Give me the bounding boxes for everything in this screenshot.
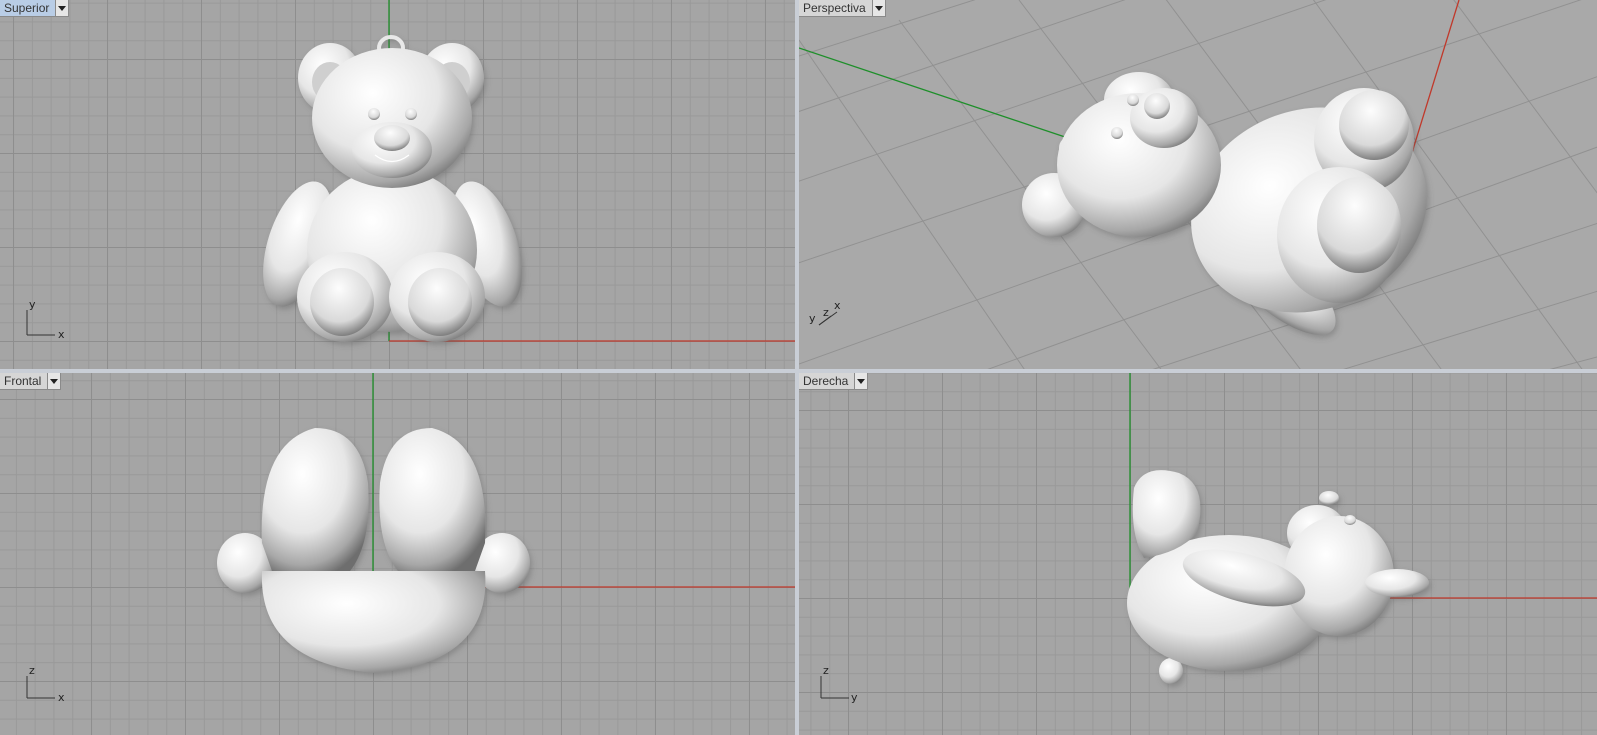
axis-label-h: y <box>851 691 858 704</box>
viewport-label-right[interactable]: Derecha <box>799 373 869 390</box>
viewport-title: Perspectiva <box>803 1 866 15</box>
viewport-top[interactable]: Superior y x <box>0 0 795 369</box>
viewport-front[interactable]: Frontal z x <box>0 373 795 735</box>
axis-widget-front: z x <box>26 664 65 704</box>
axis-label-v: z <box>823 664 829 677</box>
axis-label-b: z <box>823 306 829 319</box>
viewport-label-perspective[interactable]: Perspectiva <box>799 0 886 17</box>
chevron-down-icon[interactable] <box>854 373 868 389</box>
axis-label-a: y <box>809 312 816 325</box>
axis-label-h: x <box>58 328 65 341</box>
axis-label-h: x <box>58 691 65 704</box>
viewport-label-top[interactable]: Superior <box>0 0 70 17</box>
bear-top-model <box>263 35 522 342</box>
chevron-down-icon[interactable] <box>47 373 61 389</box>
axis-label-v: y <box>29 298 36 311</box>
front-view-scene: z x <box>26 373 795 704</box>
viewport-title: Superior <box>4 1 50 15</box>
axis-label-c: x <box>834 299 841 312</box>
perspective-scene: y z x <box>799 0 1597 369</box>
axis-widget-top: y x <box>26 298 65 341</box>
viewport-right[interactable]: Derecha z y <box>799 373 1597 735</box>
axis-widget-persp: y z x <box>809 299 841 326</box>
axis-label-v: z <box>29 664 35 677</box>
viewport-perspective[interactable]: Perspectiva y z x <box>799 0 1597 369</box>
chevron-down-icon[interactable] <box>871 0 885 16</box>
viewport-title: Derecha <box>803 374 849 388</box>
axis-widget-right: z y <box>820 664 858 704</box>
top-view-scene: y x <box>26 0 795 342</box>
right-view-scene: z y <box>820 373 1597 704</box>
chevron-down-icon[interactable] <box>55 0 69 16</box>
y-axis-line <box>799 47 1075 141</box>
bear-right-model <box>1127 470 1429 684</box>
viewport-label-front[interactable]: Frontal <box>0 373 62 390</box>
viewport-title: Frontal <box>4 374 42 388</box>
bear-perspective-model <box>1022 72 1427 335</box>
